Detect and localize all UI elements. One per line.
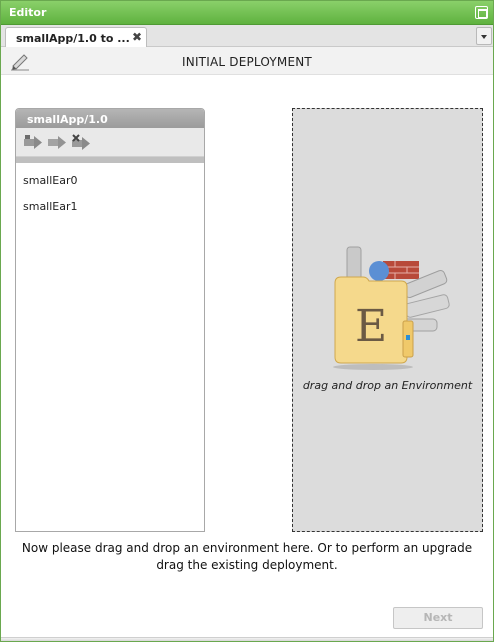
window-bottom-border [1, 637, 493, 641]
editor-window: Editor smallApp/1.0 to ... ✖ INITIAL DEP… [0, 0, 494, 642]
page-title: INITIAL DEPLOYMENT [182, 55, 312, 69]
tab-list-dropdown-icon[interactable] [476, 27, 492, 45]
deploy-arrow-icon[interactable] [23, 134, 43, 150]
tab-label: smallApp/1.0 to ... [16, 32, 130, 45]
tab-smallapp-deployment[interactable]: smallApp/1.0 to ... ✖ [5, 27, 147, 47]
window-title: Editor [9, 6, 47, 19]
panel-header[interactable]: smallApp/1.0 [16, 109, 204, 128]
list-item[interactable]: smallEar1 [16, 194, 204, 220]
panel-toolbar [16, 128, 204, 157]
application-panel[interactable]: smallApp/1.0 smallEar0 smallEar1 [15, 108, 205, 532]
next-button[interactable]: Next [393, 607, 483, 629]
page-header: INITIAL DEPLOYMENT [1, 47, 493, 75]
window-titlebar[interactable]: Editor [1, 1, 493, 25]
environment-icon: E [333, 246, 450, 370]
environment-drop-zone[interactable]: E drag and drop an Environment [292, 108, 483, 532]
maximize-icon[interactable] [475, 6, 488, 19]
close-icon[interactable]: ✖ [132, 30, 142, 44]
tab-strip: smallApp/1.0 to ... ✖ [1, 25, 493, 47]
remove-arrow-icon[interactable] [71, 134, 91, 150]
drop-hint-text: drag and drop an Environment [302, 379, 473, 392]
move-arrow-icon[interactable] [47, 134, 67, 150]
module-list: smallEar0 smallEar1 [16, 163, 204, 220]
instruction-text: Now please drag and drop an environment … [21, 541, 473, 572]
svg-text:E: E [355, 301, 387, 352]
panel-title: smallApp/1.0 [27, 113, 108, 126]
list-item[interactable]: smallEar0 [16, 168, 204, 194]
